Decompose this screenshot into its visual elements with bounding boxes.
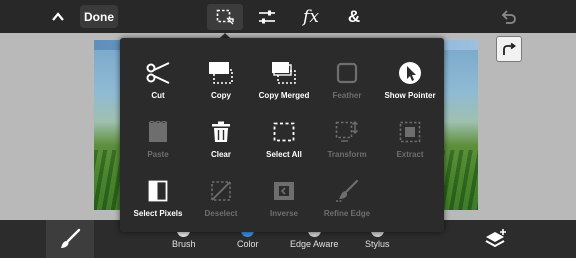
copy-merged-icon bbox=[269, 58, 299, 88]
transform-icon bbox=[332, 117, 362, 147]
menu-item-label: Extract bbox=[396, 150, 424, 159]
stylus-option-label: Stylus bbox=[365, 239, 390, 249]
brush-option-label: Brush bbox=[172, 239, 196, 249]
select-pixels-icon bbox=[143, 176, 173, 206]
menu-item-label: Feather bbox=[332, 91, 362, 100]
menu-item-label: Inverse bbox=[269, 209, 299, 218]
menu-item-paste: Paste bbox=[125, 105, 191, 161]
extract-icon bbox=[395, 117, 425, 147]
marquee-select-icon bbox=[216, 9, 234, 25]
collapse-chevron-up-icon[interactable] bbox=[46, 6, 70, 28]
menu-item-label: Cut bbox=[151, 91, 165, 100]
feather-icon bbox=[332, 58, 362, 88]
brush-icon bbox=[61, 228, 81, 248]
redo-button[interactable] bbox=[496, 36, 522, 62]
menu-item-copy[interactable]: Copy bbox=[188, 46, 254, 102]
menu-item-deselect: Deselect bbox=[188, 164, 254, 220]
menu-item-label: Clear bbox=[210, 150, 231, 159]
menu-item-label: Copy bbox=[211, 91, 231, 100]
menu-item-label: Copy Merged bbox=[258, 91, 310, 100]
menu-item-select-all[interactable]: Select All bbox=[251, 105, 317, 161]
effects-tab[interactable]: fx bbox=[294, 4, 328, 30]
selection-tool-tab[interactable] bbox=[207, 4, 243, 30]
done-button[interactable]: Done bbox=[80, 5, 118, 28]
menu-item-refine-edge: Refine Edge bbox=[314, 164, 380, 220]
inverse-icon bbox=[269, 176, 299, 206]
paste-icon bbox=[143, 117, 173, 147]
menu-item-transform: Transform bbox=[314, 105, 380, 161]
select-all-icon bbox=[269, 117, 299, 147]
selection-menu-popup: Cut Copy Copy Merged Feather Show Pointe… bbox=[120, 38, 444, 232]
scissors-icon bbox=[143, 58, 173, 88]
menu-item-label: Select Pixels bbox=[133, 209, 183, 218]
refine-edge-icon bbox=[332, 176, 362, 206]
edge-aware-option-label: Edge Aware bbox=[290, 239, 339, 249]
menu-item-label: Show Pointer bbox=[384, 91, 436, 100]
menu-item-cut[interactable]: Cut bbox=[125, 46, 191, 102]
adjustments-tab[interactable] bbox=[250, 4, 284, 30]
menu-item-label: Refine Edge bbox=[323, 209, 371, 218]
menu-item-label: Transform bbox=[327, 150, 367, 159]
menu-item-select-pixels[interactable]: Select Pixels bbox=[125, 164, 191, 220]
copy-icon bbox=[206, 58, 236, 88]
top-toolbar: Done fx & bbox=[0, 0, 576, 33]
layers-add-icon bbox=[485, 229, 506, 248]
menu-item-show-pointer[interactable]: Show Pointer bbox=[377, 46, 443, 102]
menu-item-label: Deselect bbox=[204, 209, 238, 218]
undo-icon bbox=[501, 10, 516, 24]
blend-tab[interactable]: & bbox=[337, 4, 371, 30]
menu-item-clear[interactable]: Clear bbox=[188, 105, 254, 161]
color-option-label: Color bbox=[237, 239, 259, 249]
undo-button[interactable] bbox=[495, 5, 521, 29]
menu-item-inverse: Inverse bbox=[251, 164, 317, 220]
menu-item-copy-merged[interactable]: Copy Merged bbox=[251, 46, 317, 102]
brush-tool-button[interactable] bbox=[46, 220, 94, 258]
menu-item-label: Select All bbox=[266, 150, 302, 159]
selection-menu-grid: Cut Copy Copy Merged Feather Show Pointe… bbox=[120, 38, 444, 232]
menu-item-extract: Extract bbox=[377, 105, 443, 161]
sliders-icon bbox=[259, 10, 275, 24]
redo-icon bbox=[503, 42, 516, 55]
trash-icon bbox=[206, 117, 236, 147]
pointer-icon bbox=[395, 58, 425, 88]
deselect-icon bbox=[206, 176, 236, 206]
menu-item-label: Paste bbox=[147, 150, 169, 159]
layers-button[interactable] bbox=[478, 220, 514, 258]
menu-item-feather: Feather bbox=[314, 46, 380, 102]
